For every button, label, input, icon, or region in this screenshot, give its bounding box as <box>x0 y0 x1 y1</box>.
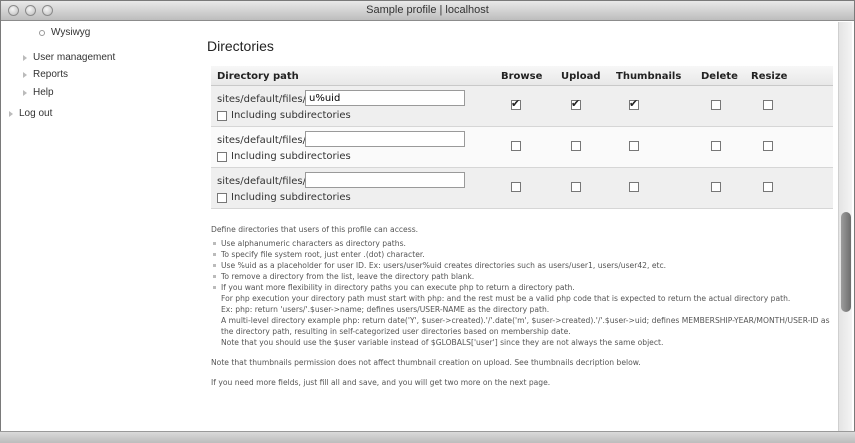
help-intro: Define directories that users of this pr… <box>211 225 419 234</box>
sidebar-item-label: Wysiwyg <box>51 27 91 38</box>
title-bar: Sample profile | localhost <box>1 1 854 21</box>
sidebar-item-label: User management <box>33 52 116 63</box>
php-help-line: Ex: php: return 'users/'.$user->name; de… <box>221 305 550 314</box>
resize-checkbox[interactable] <box>763 182 773 192</box>
upload-checkbox[interactable] <box>571 141 581 151</box>
sidebar-item-wysiwyg[interactable]: Wysiwyg <box>39 27 90 38</box>
browser-window: Sample profile | localhost Wysiwyg User … <box>0 0 855 443</box>
subdirectories-option[interactable]: Including subdirectories <box>217 110 351 121</box>
status-bar <box>0 431 855 443</box>
subdirectories-checkbox[interactable] <box>217 110 227 121</box>
browse-checkbox[interactable] <box>511 141 521 151</box>
sidebar-item-log-out[interactable]: Log out <box>9 108 52 119</box>
php-help-line: A multi-level directory example php: ret… <box>221 316 830 336</box>
expand-arrow-icon <box>9 110 13 117</box>
help-bullet: If you want more flexibility in director… <box>211 282 833 293</box>
sidebar-item-label: Reports <box>33 69 69 80</box>
window-title: Sample profile | localhost <box>366 4 489 16</box>
expand-arrow-icon <box>23 71 27 78</box>
path-prefix: sites/default/files/ <box>217 135 307 146</box>
delete-checkbox[interactable] <box>711 141 721 151</box>
upload-checkbox[interactable] <box>571 97 581 110</box>
more-fields-note: If you need more fields, just fill all a… <box>211 378 551 387</box>
path-prefix: sites/default/files/ <box>217 176 307 187</box>
directory-path-input[interactable] <box>305 172 465 188</box>
directory-path-input[interactable] <box>305 131 465 147</box>
table-row: sites/default/files/ Including subdirect… <box>211 86 833 127</box>
directory-path-input[interactable] <box>305 90 465 106</box>
column-header-directory-path: Directory path <box>217 71 299 82</box>
help-bullet: To specify file system root, just enter … <box>211 249 833 260</box>
main-content: Directories Directory path Browse Upload… <box>201 22 838 432</box>
delete-checkbox[interactable] <box>711 182 721 192</box>
column-header-upload: Upload <box>561 71 601 82</box>
table-header: Directory path Browse Upload Thumbnails … <box>211 66 833 86</box>
table-row: sites/default/files/ Including subdirect… <box>211 127 833 168</box>
help-bullet: To remove a directory from the list, lea… <box>211 271 833 282</box>
circle-bullet-icon <box>39 29 45 36</box>
section-heading: Directories <box>207 38 274 54</box>
subdirectories-option[interactable]: Including subdirectories <box>217 192 351 203</box>
resize-checkbox[interactable] <box>763 100 773 110</box>
table-row: sites/default/files/ Including subdirect… <box>211 168 833 209</box>
subdirectories-label: Including subdirectories <box>231 151 351 162</box>
subdirectories-label: Including subdirectories <box>231 110 351 121</box>
upload-checkbox[interactable] <box>571 182 581 192</box>
thumbnails-checkbox[interactable] <box>629 97 639 110</box>
thumbnails-note: Note that thumbnails permission does not… <box>211 358 641 367</box>
directories-table: Directory path Browse Upload Thumbnails … <box>211 66 833 209</box>
column-header-delete: Delete <box>701 71 738 82</box>
path-prefix: sites/default/files/ <box>217 94 307 105</box>
vertical-scrollbar[interactable] <box>838 22 852 432</box>
subdirectories-checkbox[interactable] <box>217 151 227 162</box>
help-list: Use alphanumeric characters as directory… <box>211 238 833 293</box>
php-help-line: For php execution your directory path mu… <box>221 294 791 303</box>
column-header-thumbnails: Thumbnails <box>616 71 682 82</box>
scroll-thumb[interactable] <box>841 212 851 312</box>
subdirectories-label: Including subdirectories <box>231 192 351 203</box>
help-bullet: Use alphanumeric characters as directory… <box>211 238 833 249</box>
column-header-resize: Resize <box>751 71 788 82</box>
column-header-browse: Browse <box>501 71 543 82</box>
browse-checkbox[interactable] <box>511 97 521 110</box>
thumbnails-checkbox[interactable] <box>629 141 639 151</box>
expand-arrow-icon <box>23 89 27 96</box>
sidebar: Wysiwyg User management Reports Help Log… <box>1 22 194 432</box>
sidebar-item-label: Help <box>33 87 54 98</box>
delete-checkbox[interactable] <box>711 100 721 110</box>
sidebar-item-reports[interactable]: Reports <box>23 69 68 80</box>
browse-checkbox[interactable] <box>511 182 521 192</box>
thumbnails-checkbox[interactable] <box>629 182 639 192</box>
php-help-line: Note that you should use the $user varia… <box>221 338 664 347</box>
sidebar-item-label: Log out <box>19 108 53 119</box>
expand-arrow-icon <box>23 54 27 61</box>
subdirectories-option[interactable]: Including subdirectories <box>217 151 351 162</box>
subdirectories-checkbox[interactable] <box>217 192 227 203</box>
sidebar-item-user-management[interactable]: User management <box>23 52 115 63</box>
sidebar-item-help[interactable]: Help <box>23 87 54 98</box>
help-bullet: Use %uid as a placeholder for user ID. E… <box>211 260 833 271</box>
help-text: Define directories that users of this pr… <box>211 224 833 388</box>
resize-checkbox[interactable] <box>763 141 773 151</box>
